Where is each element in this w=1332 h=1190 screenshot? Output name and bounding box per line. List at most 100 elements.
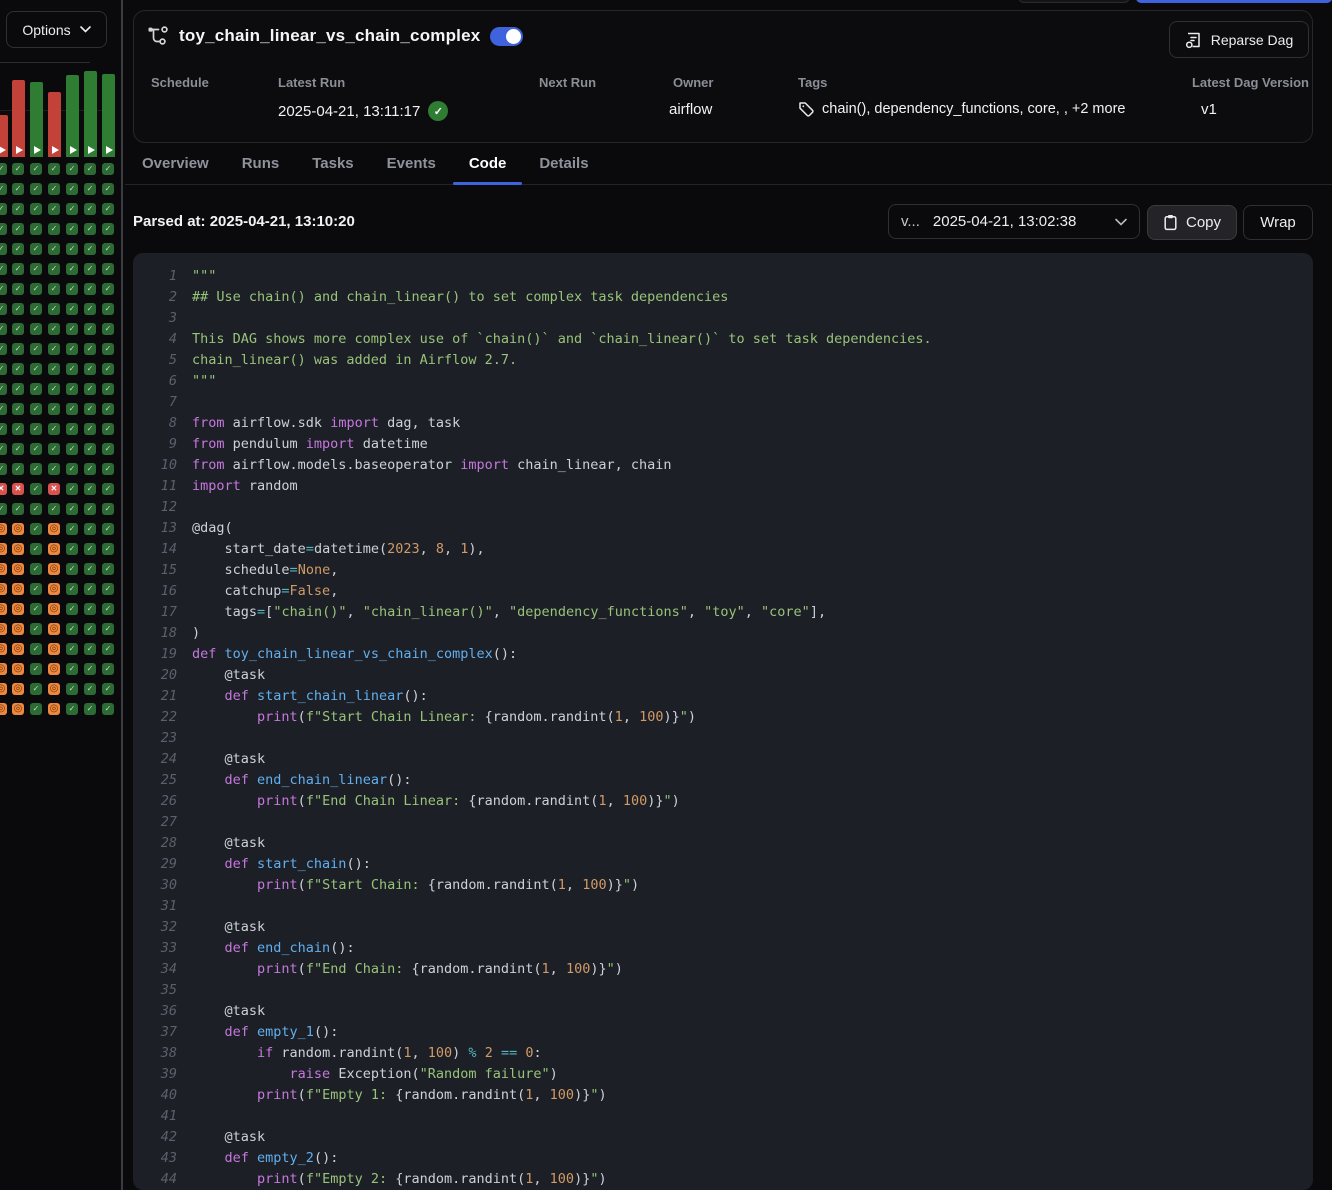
- task-state-cell-success[interactable]: ✓: [102, 183, 114, 195]
- task-state-cell-success[interactable]: ✓: [30, 643, 42, 655]
- task-state-cell-retry[interactable]: ◎: [0, 643, 7, 655]
- tab-tasks[interactable]: Tasks: [312, 143, 353, 184]
- task-state-cell-retry[interactable]: ◎: [0, 563, 7, 575]
- task-state-cell-retry[interactable]: ◎: [48, 643, 60, 655]
- task-state-cell-success[interactable]: ✓: [84, 703, 96, 715]
- task-state-cell-success[interactable]: ✓: [30, 543, 42, 555]
- task-state-cell-success[interactable]: ✓: [0, 263, 7, 275]
- task-state-cell-success[interactable]: ✓: [84, 243, 96, 255]
- task-state-cell-success[interactable]: ✓: [0, 323, 7, 335]
- task-state-cell-success[interactable]: ✓: [102, 383, 114, 395]
- task-state-cell-success[interactable]: ✓: [30, 583, 42, 595]
- task-state-cell-success[interactable]: ✓: [84, 463, 96, 475]
- task-state-cell-success[interactable]: ✓: [66, 443, 78, 455]
- task-state-cell-success[interactable]: ✓: [48, 283, 60, 295]
- task-state-cell-success[interactable]: ✓: [0, 343, 7, 355]
- task-state-cell-success[interactable]: ✓: [30, 423, 42, 435]
- task-state-cell-success[interactable]: ✓: [12, 323, 24, 335]
- task-state-cell-success[interactable]: ✓: [84, 323, 96, 335]
- task-state-cell-success[interactable]: ✓: [84, 623, 96, 635]
- task-state-cell-success[interactable]: ✓: [12, 463, 24, 475]
- copy-button[interactable]: Copy: [1147, 205, 1237, 240]
- task-state-cell-success[interactable]: ✓: [66, 643, 78, 655]
- task-state-cell-success[interactable]: ✓: [12, 243, 24, 255]
- task-state-cell-retry[interactable]: ◎: [0, 663, 7, 675]
- task-state-cell-success[interactable]: ✓: [0, 463, 7, 475]
- tab-code[interactable]: Code: [469, 143, 507, 184]
- task-state-cell-success[interactable]: ✓: [84, 503, 96, 515]
- task-state-cell-success[interactable]: ✓: [0, 243, 7, 255]
- task-state-cell-success[interactable]: ✓: [12, 423, 24, 435]
- task-state-cell-success[interactable]: ✓: [30, 563, 42, 575]
- task-state-cell-retry[interactable]: ◎: [0, 603, 7, 615]
- task-state-cell-success[interactable]: ✓: [0, 383, 7, 395]
- run-duration-bar[interactable]: [102, 74, 115, 157]
- run-state-play-icon[interactable]: [106, 146, 113, 154]
- task-state-cell-retry[interactable]: ◎: [0, 623, 7, 635]
- task-state-cell-success[interactable]: ✓: [84, 543, 96, 555]
- task-state-cell-retry[interactable]: ◎: [12, 603, 24, 615]
- task-state-cell-retry[interactable]: ◎: [48, 543, 60, 555]
- task-state-cell-success[interactable]: ✓: [102, 323, 114, 335]
- task-state-cell-success[interactable]: ✓: [102, 623, 114, 635]
- task-state-cell-success[interactable]: ✓: [30, 303, 42, 315]
- task-state-cell-success[interactable]: ✓: [48, 363, 60, 375]
- task-state-cell-success[interactable]: ✓: [84, 603, 96, 615]
- task-state-cell-success[interactable]: ✓: [0, 363, 7, 375]
- task-state-cell-success[interactable]: ✓: [30, 403, 42, 415]
- task-state-cell-success[interactable]: ✓: [66, 203, 78, 215]
- tab-details[interactable]: Details: [539, 143, 588, 184]
- task-state-cell-success[interactable]: ✓: [30, 623, 42, 635]
- task-state-cell-success[interactable]: ✓: [102, 203, 114, 215]
- task-state-cell-success[interactable]: ✓: [48, 423, 60, 435]
- task-state-cell-success[interactable]: ✓: [48, 323, 60, 335]
- task-state-cell-success[interactable]: ✓: [0, 183, 7, 195]
- task-state-cell-success[interactable]: ✓: [84, 423, 96, 435]
- task-state-cell-retry[interactable]: ◎: [48, 623, 60, 635]
- task-state-cell-success[interactable]: ✓: [102, 163, 114, 175]
- task-state-cell-success[interactable]: ✓: [66, 523, 78, 535]
- task-state-cell-success[interactable]: ✓: [66, 403, 78, 415]
- task-state-cell-retry[interactable]: ◎: [12, 543, 24, 555]
- tags-value[interactable]: chain(), dependency_functions, core, , +…: [798, 101, 1125, 117]
- run-state-play-icon[interactable]: [70, 146, 77, 154]
- task-state-cell-success[interactable]: ✓: [48, 343, 60, 355]
- task-state-cell-success[interactable]: ✓: [48, 163, 60, 175]
- task-state-cell-success[interactable]: ✓: [102, 283, 114, 295]
- task-state-cell-success[interactable]: ✓: [84, 563, 96, 575]
- task-state-cell-success[interactable]: ✓: [66, 383, 78, 395]
- task-state-cell-success[interactable]: ✓: [48, 463, 60, 475]
- task-state-cell-success[interactable]: ✓: [84, 203, 96, 215]
- task-state-cell-success[interactable]: ✓: [30, 203, 42, 215]
- tab-overview[interactable]: Overview: [142, 143, 209, 184]
- task-state-cell-success[interactable]: ✓: [102, 643, 114, 655]
- task-state-cell-success[interactable]: ✓: [30, 363, 42, 375]
- task-state-cell-success[interactable]: ✓: [84, 443, 96, 455]
- run-duration-bar[interactable]: [84, 71, 97, 157]
- task-state-cell-success[interactable]: ✓: [30, 283, 42, 295]
- task-state-cell-success[interactable]: ✓: [66, 543, 78, 555]
- task-state-cell-success[interactable]: ✓: [66, 263, 78, 275]
- task-state-cell-success[interactable]: ✓: [0, 203, 7, 215]
- task-state-cell-success[interactable]: ✓: [84, 683, 96, 695]
- task-state-cell-success[interactable]: ✓: [30, 343, 42, 355]
- task-state-cell-success[interactable]: ✓: [102, 403, 114, 415]
- task-state-cell-success[interactable]: ✓: [102, 463, 114, 475]
- task-state-cell-success[interactable]: ✓: [30, 223, 42, 235]
- task-state-cell-success[interactable]: ✓: [102, 503, 114, 515]
- task-state-cell-success[interactable]: ✓: [84, 643, 96, 655]
- task-state-cell-retry[interactable]: ◎: [0, 543, 7, 555]
- task-state-cell-success[interactable]: ✓: [84, 303, 96, 315]
- run-state-play-icon[interactable]: [16, 146, 23, 154]
- task-state-cell-success[interactable]: ✓: [102, 703, 114, 715]
- run-state-play-icon[interactable]: [52, 146, 59, 154]
- task-state-cell-retry[interactable]: ◎: [12, 643, 24, 655]
- task-state-cell-success[interactable]: ✓: [0, 423, 7, 435]
- task-state-cell-success[interactable]: ✓: [48, 443, 60, 455]
- task-state-cell-success[interactable]: ✓: [84, 343, 96, 355]
- task-state-cell-success[interactable]: ✓: [84, 483, 96, 495]
- run-state-play-icon[interactable]: [34, 146, 41, 154]
- task-state-cell-success[interactable]: ✓: [30, 483, 42, 495]
- task-state-cell-success[interactable]: ✓: [0, 403, 7, 415]
- task-state-cell-success[interactable]: ✓: [84, 523, 96, 535]
